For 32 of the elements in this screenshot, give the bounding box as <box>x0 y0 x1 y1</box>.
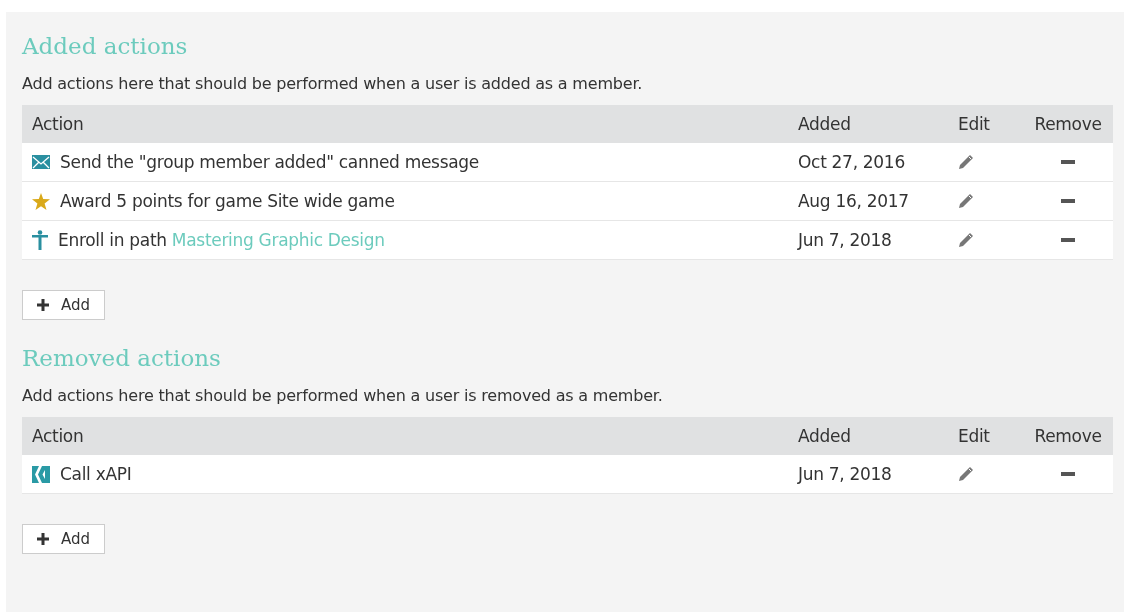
plus-icon <box>37 533 49 545</box>
column-header: Action <box>22 105 788 143</box>
signpost-icon <box>32 230 48 250</box>
action-text: Call xAPI <box>60 464 132 484</box>
plus-icon <box>37 299 49 311</box>
date-cell: Jun 7, 2018 <box>788 455 948 494</box>
column-header: Added <box>788 105 948 143</box>
section-title: Removed actions <box>22 344 222 373</box>
date-cell: Oct 27, 2016 <box>788 143 948 182</box>
pencil-icon[interactable] <box>958 193 974 209</box>
xapi-icon <box>32 465 50 483</box>
column-header: Edit <box>948 105 1023 143</box>
column-header: Remove <box>1023 417 1113 455</box>
action-text: Send the "group member added" canned message <box>60 152 479 172</box>
pencil-icon[interactable] <box>958 232 974 248</box>
pencil-icon[interactable] <box>958 466 974 482</box>
column-header: Remove <box>1023 105 1113 143</box>
envelope-icon <box>32 155 50 169</box>
star-icon <box>32 192 50 210</box>
section-description: Add actions here that should be performed when a user is removed as a member. <box>22 386 664 405</box>
action-text: Enroll in path Mastering Graphic Design <box>58 230 385 250</box>
add-button[interactable]: Add <box>22 524 106 554</box>
column-header: Action <box>22 417 788 455</box>
column-header: Added <box>788 417 948 455</box>
section-description: Add actions here that should be performed when a user is added as a member. <box>22 74 644 93</box>
pencil-icon[interactable] <box>958 154 974 170</box>
column-header: Edit <box>948 417 1023 455</box>
date-cell: Jun 7, 2018 <box>788 220 948 260</box>
section-title: Added actions <box>22 32 189 61</box>
date-cell: Aug 16, 2017 <box>788 181 948 221</box>
action-text: Award 5 points for game Site wide game <box>60 191 395 211</box>
add-button[interactable]: Add <box>22 290 106 320</box>
